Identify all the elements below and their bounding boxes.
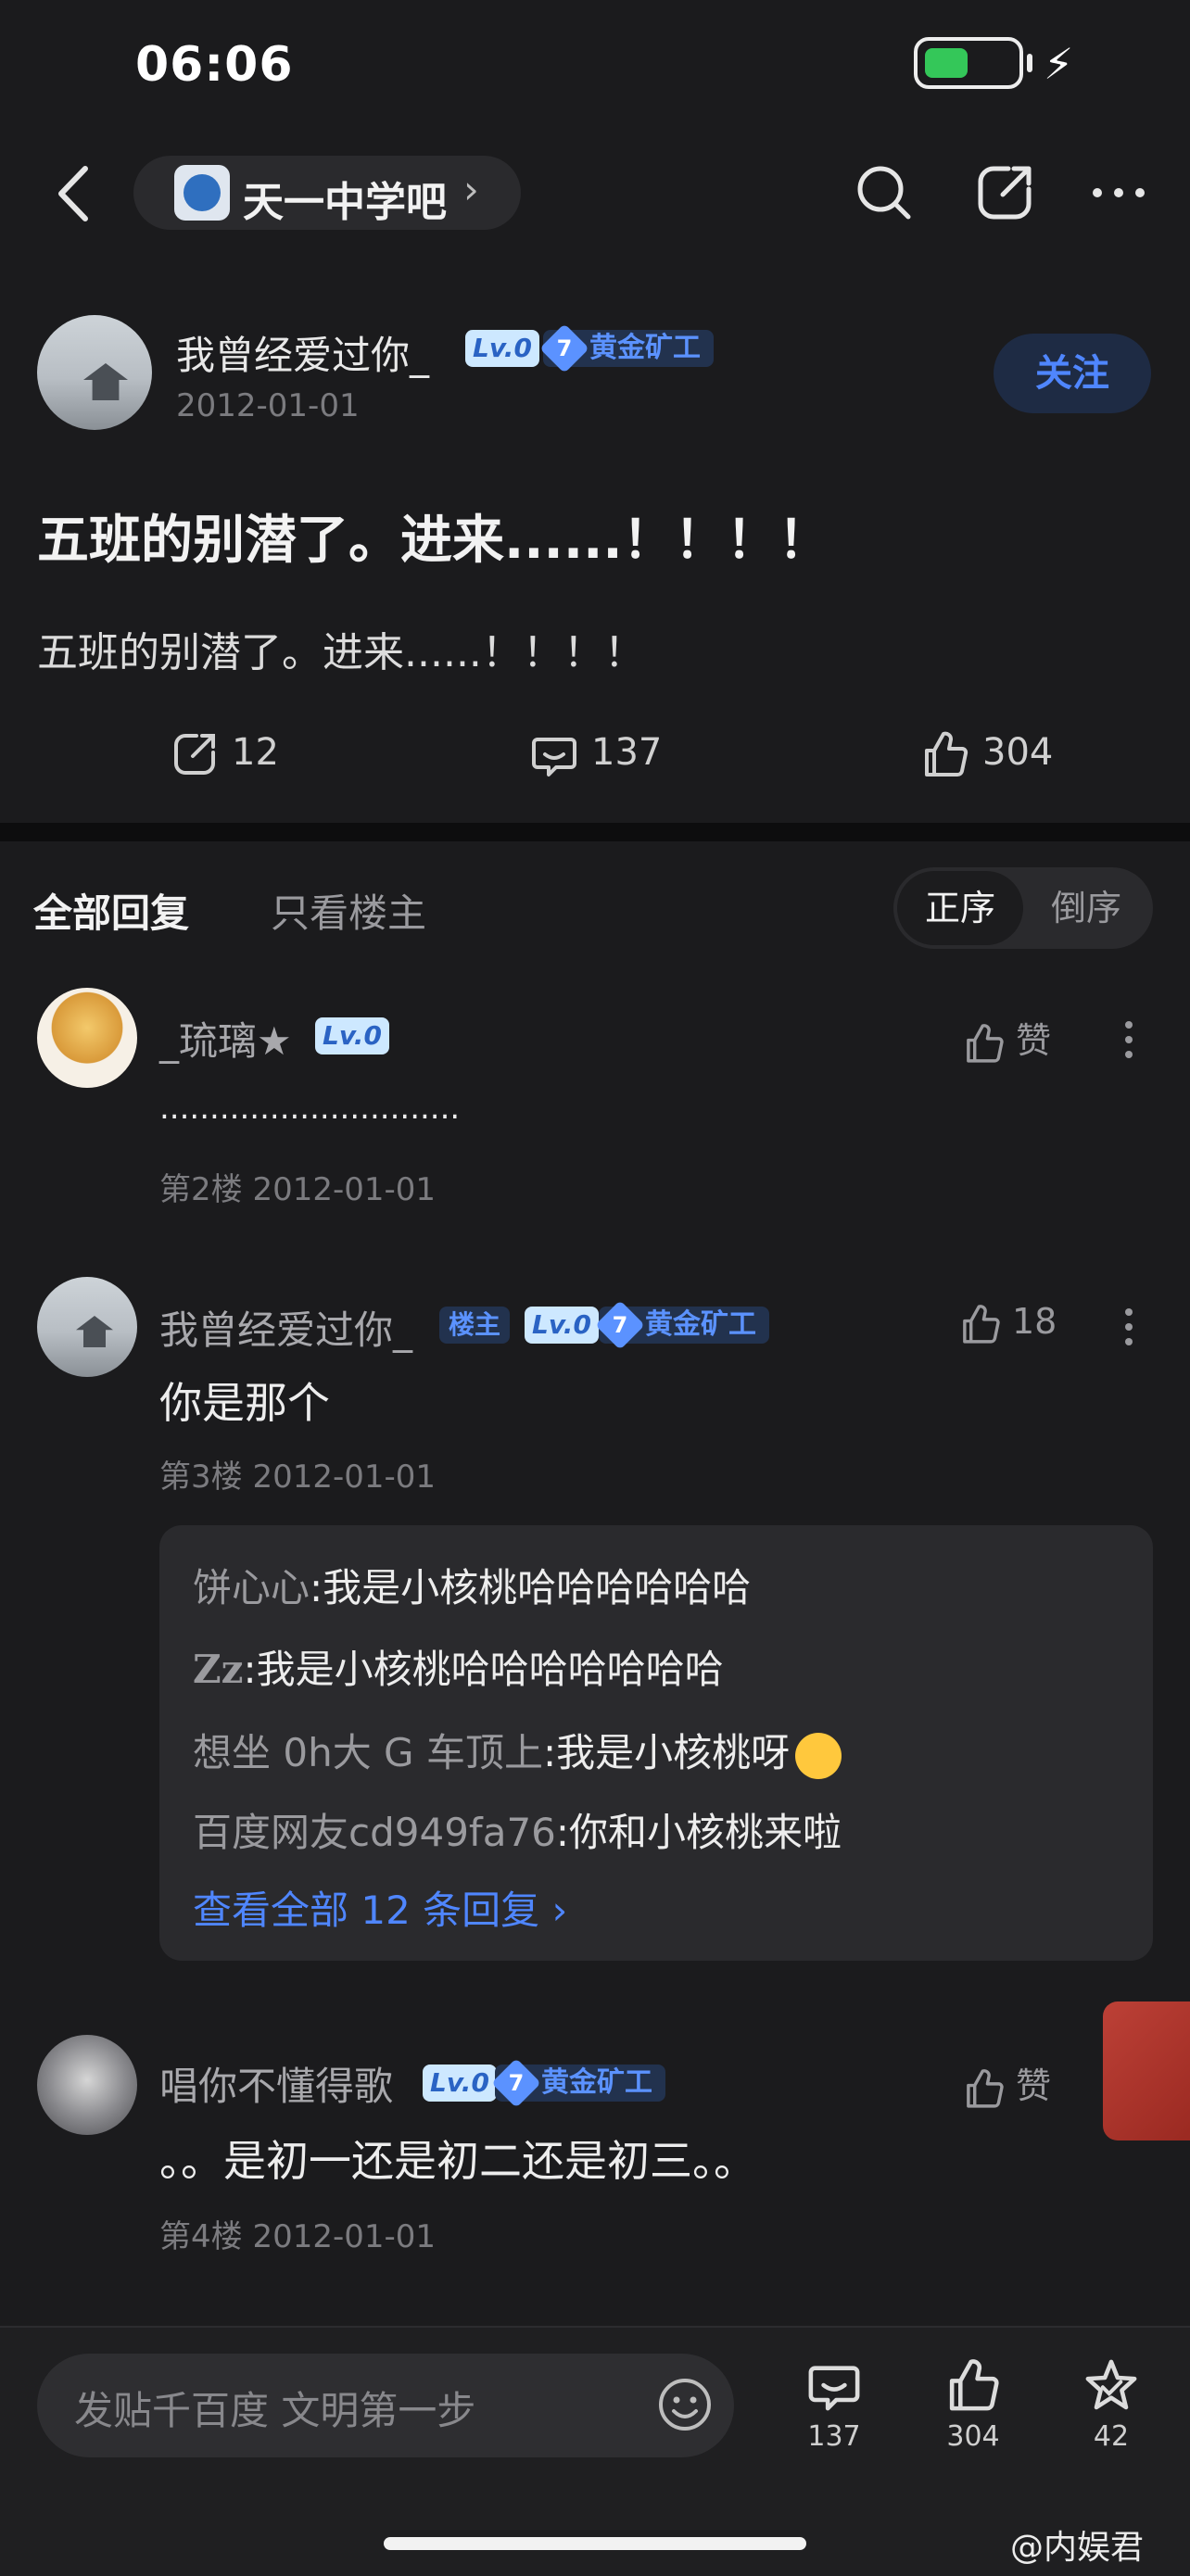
reply-author-name[interactable]: 唱你不懂得歌 <box>159 2055 393 2112</box>
battery-icon <box>914 37 1023 89</box>
reply-more-button[interactable] <box>1110 1019 1147 1060</box>
level-badge: Lv.0 <box>315 1017 389 1054</box>
more-vertical-icon <box>1125 1021 1133 1058</box>
gem-level: 7 <box>612 1312 628 1338</box>
reply-more-button[interactable] <box>1110 1307 1147 1347</box>
comment-icon <box>808 2366 860 2411</box>
post-date: 2012-01-01 <box>176 387 360 424</box>
reply-like-label: 赞 <box>1016 2065 1052 2106</box>
bottom-favorite-button[interactable]: 42 <box>1060 2355 1162 2453</box>
reply-meta: 第4楼 2012-01-01 <box>159 2218 437 2255</box>
reply-like-label: 赞 <box>1016 1020 1052 1061</box>
bottom-like-count: 304 <box>946 2420 1000 2453</box>
status-time: 06:06 <box>135 37 294 93</box>
share-icon <box>978 166 1032 220</box>
watermark: @内娱君 <box>1010 2529 1145 2567</box>
level-badge: Lv.0 <box>525 1307 599 1344</box>
gold-badge-title: 黄金矿工 <box>589 332 701 364</box>
more-button[interactable] <box>1086 165 1151 221</box>
thumbs-up-icon <box>967 1023 1004 1063</box>
comment-stat[interactable]: 137 <box>528 723 662 782</box>
sort-ascending-button[interactable]: 正序 <box>897 871 1023 945</box>
sub-reply-text: :我是小核桃哈哈哈哈哈哈 <box>310 1565 752 1610</box>
sub-reply-user[interactable]: Zz <box>193 1647 244 1692</box>
sub-reply-user[interactable]: 百度网友cd949fa76 <box>193 1810 556 1855</box>
home-indicator[interactable] <box>384 2537 806 2550</box>
chevron-right-icon: › <box>463 167 479 212</box>
bottom-comment-count: 137 <box>807 2420 861 2453</box>
level-badge: Lv.0 <box>465 330 539 367</box>
reply-like-button[interactable]: 赞 <box>962 1012 1051 1066</box>
sub-reply-text: :我是小核桃呀 <box>542 1730 791 1775</box>
post-body: 五班的别潜了。进来......！！！！ <box>37 629 645 676</box>
search-icon <box>857 166 911 220</box>
reply-like-button[interactable]: 赞 <box>962 2057 1051 2111</box>
gold-badge-title: 黄金矿工 <box>541 2066 652 2099</box>
follow-button[interactable]: 关注 <box>994 334 1151 413</box>
view-all-replies-link[interactable]: 查看全部 12 条回复 › <box>193 1879 567 1936</box>
reply-author-name[interactable]: _琉璃★ <box>159 1010 292 1067</box>
like-count: 304 <box>982 731 1054 774</box>
author-name[interactable]: 我曾经爱过你_ <box>176 324 429 381</box>
floating-sticker[interactable] <box>1103 2001 1190 2140</box>
reply-avatar[interactable] <box>37 2035 137 2135</box>
back-button[interactable] <box>48 159 104 228</box>
reply-text: 。。是初一还是初二还是初三。。 <box>159 2136 756 2186</box>
sub-reply-user[interactable]: 想坐 0h大 G 车顶上 <box>193 1730 543 1775</box>
share-stat[interactable]: 12 <box>169 723 279 782</box>
sub-reply-user[interactable]: 饼心心 <box>193 1565 310 1610</box>
emoji-button[interactable] <box>652 2372 717 2437</box>
bottom-favorite-count: 42 <box>1093 2420 1130 2453</box>
search-button[interactable] <box>851 159 918 226</box>
sort-descending-button[interactable]: 倒序 <box>1023 871 1149 945</box>
reply-like-count: 18 <box>1012 1301 1057 1342</box>
more-icon <box>1093 188 1145 197</box>
reply-text: .............................. <box>159 1090 461 1127</box>
sub-reply-text: :我是小核桃哈哈哈哈哈哈哈 <box>243 1647 724 1692</box>
more-vertical-icon <box>1125 1308 1133 1345</box>
reply-text: 你是那个 <box>159 1378 330 1428</box>
reply-like-button[interactable]: 18 <box>958 1301 1057 1346</box>
share-button[interactable] <box>971 159 1038 226</box>
star-icon <box>1085 2359 1137 2410</box>
smiley-icon <box>659 2379 711 2431</box>
host-badge: 楼主 <box>439 1307 511 1344</box>
comment-icon <box>532 738 576 777</box>
thumbs-up-icon <box>963 1304 1000 1344</box>
sub-reply[interactable]: 想坐 0h大 G 车顶上:我是小核桃呀 <box>193 1722 842 1779</box>
reply-meta: 第3楼 2012-01-01 <box>159 1458 437 1496</box>
chevron-left-icon <box>58 166 88 221</box>
thinking-emoji-icon <box>795 1732 842 1779</box>
reply-meta: 第2楼 2012-01-01 <box>159 1171 437 1208</box>
post-title: 五班的别潜了。进来......！！！！ <box>37 511 830 571</box>
charging-icon: ⚡ <box>1044 39 1074 89</box>
sub-reply[interactable]: 饼心心:我是小核桃哈哈哈哈哈哈 <box>193 1557 751 1613</box>
forum-name[interactable]: 天一中学吧 <box>243 169 447 228</box>
sub-reply-text: :你和小核桃来啦 <box>555 1810 842 1855</box>
battery-level <box>925 48 968 78</box>
sub-reply[interactable]: 百度网友cd949fa76:你和小核桃来啦 <box>193 1801 842 1858</box>
bottom-like-button[interactable]: 304 <box>922 2355 1024 2453</box>
comment-placeholder[interactable]: 发贴千百度 文明第一步 <box>74 2380 475 2436</box>
like-stat[interactable]: 304 <box>919 723 1053 782</box>
share-count: 12 <box>232 731 279 774</box>
tab-all-replies[interactable]: 全部回复 <box>33 882 189 939</box>
thumbs-up-icon <box>949 2359 999 2411</box>
gem-level: 7 <box>508 2070 525 2096</box>
gold-badge-title: 黄金矿工 <box>645 1308 756 1341</box>
thumbs-up-icon <box>925 731 968 777</box>
thumbs-up-icon <box>967 2068 1004 2108</box>
sub-reply[interactable]: Zz:我是小核桃哈哈哈哈哈哈哈 <box>193 1638 724 1695</box>
bottom-comment-button[interactable]: 137 <box>783 2355 885 2453</box>
battery-tip <box>1027 54 1032 72</box>
reply-author-name[interactable]: 我曾经爱过你_ <box>159 1299 412 1356</box>
tab-host-only[interactable]: 只看楼主 <box>271 882 426 939</box>
reply-avatar[interactable] <box>37 988 137 1088</box>
gem-level: 7 <box>556 335 573 361</box>
forum-logo-emblem <box>184 174 221 211</box>
comment-count: 137 <box>591 731 663 774</box>
share-icon <box>174 734 215 775</box>
level-badge: Lv.0 <box>423 2065 497 2102</box>
section-divider <box>0 823 1190 841</box>
